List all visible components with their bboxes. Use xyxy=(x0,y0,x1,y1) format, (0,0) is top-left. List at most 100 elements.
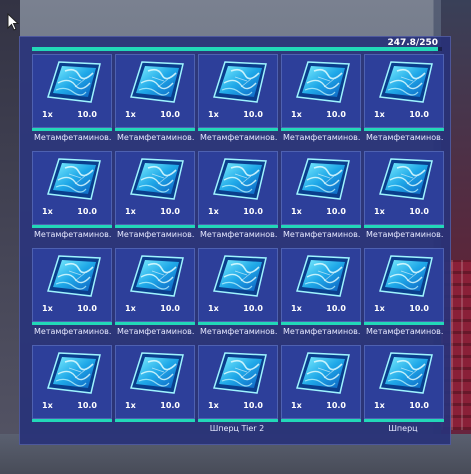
slot-durability-bar xyxy=(32,128,112,131)
inventory-slot[interactable]: 1x 10.0 Метамфетаминов... xyxy=(114,54,196,151)
slot-weight: 10.0 xyxy=(409,110,429,119)
crystal-tray-icon xyxy=(128,156,186,202)
slot-weight: 10.0 xyxy=(77,401,97,410)
slot-tile: 1x 10.0 xyxy=(198,54,278,128)
slot-quantity: 1x xyxy=(374,304,385,313)
crystal-tray-icon xyxy=(377,59,435,105)
slot-quantity: 1x xyxy=(125,207,136,216)
slot-quantity: 1x xyxy=(42,110,53,119)
inventory-slot[interactable]: 1x 10.0 Метамфетаминов... xyxy=(31,54,113,151)
inventory-slot[interactable]: 1x 10.0 Метамфетаминов... xyxy=(197,248,279,345)
slot-item-name: Метамфетаминов... xyxy=(366,133,444,142)
slot-quantity: 1x xyxy=(291,110,302,119)
inventory-slot[interactable]: 1x 10.0 Метамфетаминов... xyxy=(280,54,362,151)
slot-weight: 10.0 xyxy=(409,207,429,216)
slot-tile: 1x 10.0 xyxy=(281,54,361,128)
slot-quantity: 1x xyxy=(208,304,219,313)
crystal-tray-icon xyxy=(211,350,269,396)
slot-item-name: Метамфетаминов... xyxy=(283,230,361,239)
slot-item-name: Метамфетаминов... xyxy=(34,327,112,336)
slot-weight: 10.0 xyxy=(77,110,97,119)
slot-durability-bar xyxy=(198,322,278,325)
crystal-tray-icon xyxy=(377,253,435,299)
slot-quantity: 1x xyxy=(208,401,219,410)
crystal-tray-icon xyxy=(45,350,103,396)
inventory-slot[interactable]: 1x 10.0 Метамфетаминов... xyxy=(197,54,279,151)
slot-tile: 1x 10.0 xyxy=(32,248,112,322)
slot-quantity: 1x xyxy=(374,401,385,410)
background-left-wall xyxy=(0,0,20,474)
crystal-tray-icon xyxy=(377,350,435,396)
slot-item-name: Метамфетаминов... xyxy=(200,327,278,336)
slot-durability-bar xyxy=(115,128,195,131)
slot-quantity: 1x xyxy=(374,207,385,216)
inventory-slot[interactable]: 1x 10.0 Метамфетаминов... xyxy=(197,151,279,248)
inventory-slot[interactable]: 1x 10.0 Метамфетаминов... xyxy=(280,151,362,248)
inventory-slot[interactable]: 1x 10.0 Метамфетаминов... xyxy=(31,248,113,345)
slot-weight: 10.0 xyxy=(160,304,180,313)
inventory-slot[interactable]: 1x 10.0 Шперц Tier 2 xyxy=(197,345,279,442)
slot-weight: 10.0 xyxy=(243,207,263,216)
crystal-tray-icon xyxy=(294,156,352,202)
inventory-slot[interactable]: 1x 10.0 Метамфетаминов... xyxy=(114,151,196,248)
slot-quantity: 1x xyxy=(42,207,53,216)
slot-durability-bar xyxy=(364,128,444,131)
inventory-slot[interactable]: 1x 10.0 Метамфетаминов... xyxy=(363,54,445,151)
inventory-slot[interactable]: 1x 10.0 xyxy=(31,345,113,442)
slot-item-name: Метамфетаминов... xyxy=(366,230,444,239)
inventory-slot[interactable]: 1x 10.0 xyxy=(280,345,362,442)
inventory-slot[interactable]: 1x 10.0 Метамфетаминов... xyxy=(280,248,362,345)
slot-tile: 1x 10.0 xyxy=(115,54,195,128)
slot-durability-bar xyxy=(364,419,444,422)
slot-weight: 10.0 xyxy=(160,110,180,119)
slot-weight: 10.0 xyxy=(326,110,346,119)
inventory-slot[interactable]: 1x 10.0 Метамфетаминов... xyxy=(31,151,113,248)
slot-tile: 1x 10.0 xyxy=(364,248,444,322)
inventory-slot[interactable]: 1x 10.0 Метамфетаминов... xyxy=(363,151,445,248)
slot-durability-bar xyxy=(281,128,361,131)
slot-quantity: 1x xyxy=(374,110,385,119)
inventory-slot[interactable]: 1x 10.0 Шперц xyxy=(363,345,445,442)
slot-durability-bar xyxy=(198,225,278,228)
weight-bar-fill xyxy=(32,47,439,51)
slot-tile: 1x 10.0 xyxy=(115,345,195,419)
slot-tile: 1x 10.0 xyxy=(32,151,112,225)
inventory-slot[interactable]: 1x 10.0 Метамфетаминов... xyxy=(363,248,445,345)
slot-tile: 1x 10.0 xyxy=(198,248,278,322)
crystal-tray-icon xyxy=(128,59,186,105)
slot-item-name: Метамфетаминов... xyxy=(283,327,361,336)
slot-tile: 1x 10.0 xyxy=(281,248,361,322)
slot-item-name: Метамфетаминов... xyxy=(283,133,361,142)
inventory-slot[interactable]: 1x 10.0 Метамфетаминов... xyxy=(114,248,196,345)
slot-durability-bar xyxy=(115,419,195,422)
inventory-grid: 1x 10.0 Метамфетаминов... 1x 10.0 Метамфетам… xyxy=(31,54,445,442)
slot-weight: 10.0 xyxy=(243,401,263,410)
slot-durability-bar xyxy=(364,225,444,228)
slot-item-name: Метамфетаминов... xyxy=(366,327,444,336)
slot-durability-bar xyxy=(32,225,112,228)
crystal-tray-icon xyxy=(294,350,352,396)
slot-tile: 1x 10.0 xyxy=(198,345,278,419)
slot-item-name: Метамфетаминов... xyxy=(117,327,195,336)
slot-durability-bar xyxy=(32,419,112,422)
slot-item-name: Метамфетаминов... xyxy=(117,133,195,142)
slot-quantity: 1x xyxy=(291,401,302,410)
slot-weight: 10.0 xyxy=(160,401,180,410)
slot-tile: 1x 10.0 xyxy=(281,345,361,419)
slot-quantity: 1x xyxy=(42,304,53,313)
slot-tile: 1x 10.0 xyxy=(281,151,361,225)
slot-tile: 1x 10.0 xyxy=(198,151,278,225)
slot-quantity: 1x xyxy=(208,110,219,119)
crystal-tray-icon xyxy=(211,59,269,105)
inventory-slot[interactable]: 1x 10.0 xyxy=(114,345,196,442)
slot-durability-bar xyxy=(281,322,361,325)
crystal-tray-icon xyxy=(45,253,103,299)
slot-durability-bar xyxy=(115,225,195,228)
slot-durability-bar xyxy=(198,128,278,131)
slot-weight: 10.0 xyxy=(160,207,180,216)
slot-tile: 1x 10.0 xyxy=(364,151,444,225)
slot-item-name: Метамфетаминов... xyxy=(200,230,278,239)
crystal-tray-icon xyxy=(294,253,352,299)
weight-bar xyxy=(32,47,442,51)
slot-quantity: 1x xyxy=(125,110,136,119)
